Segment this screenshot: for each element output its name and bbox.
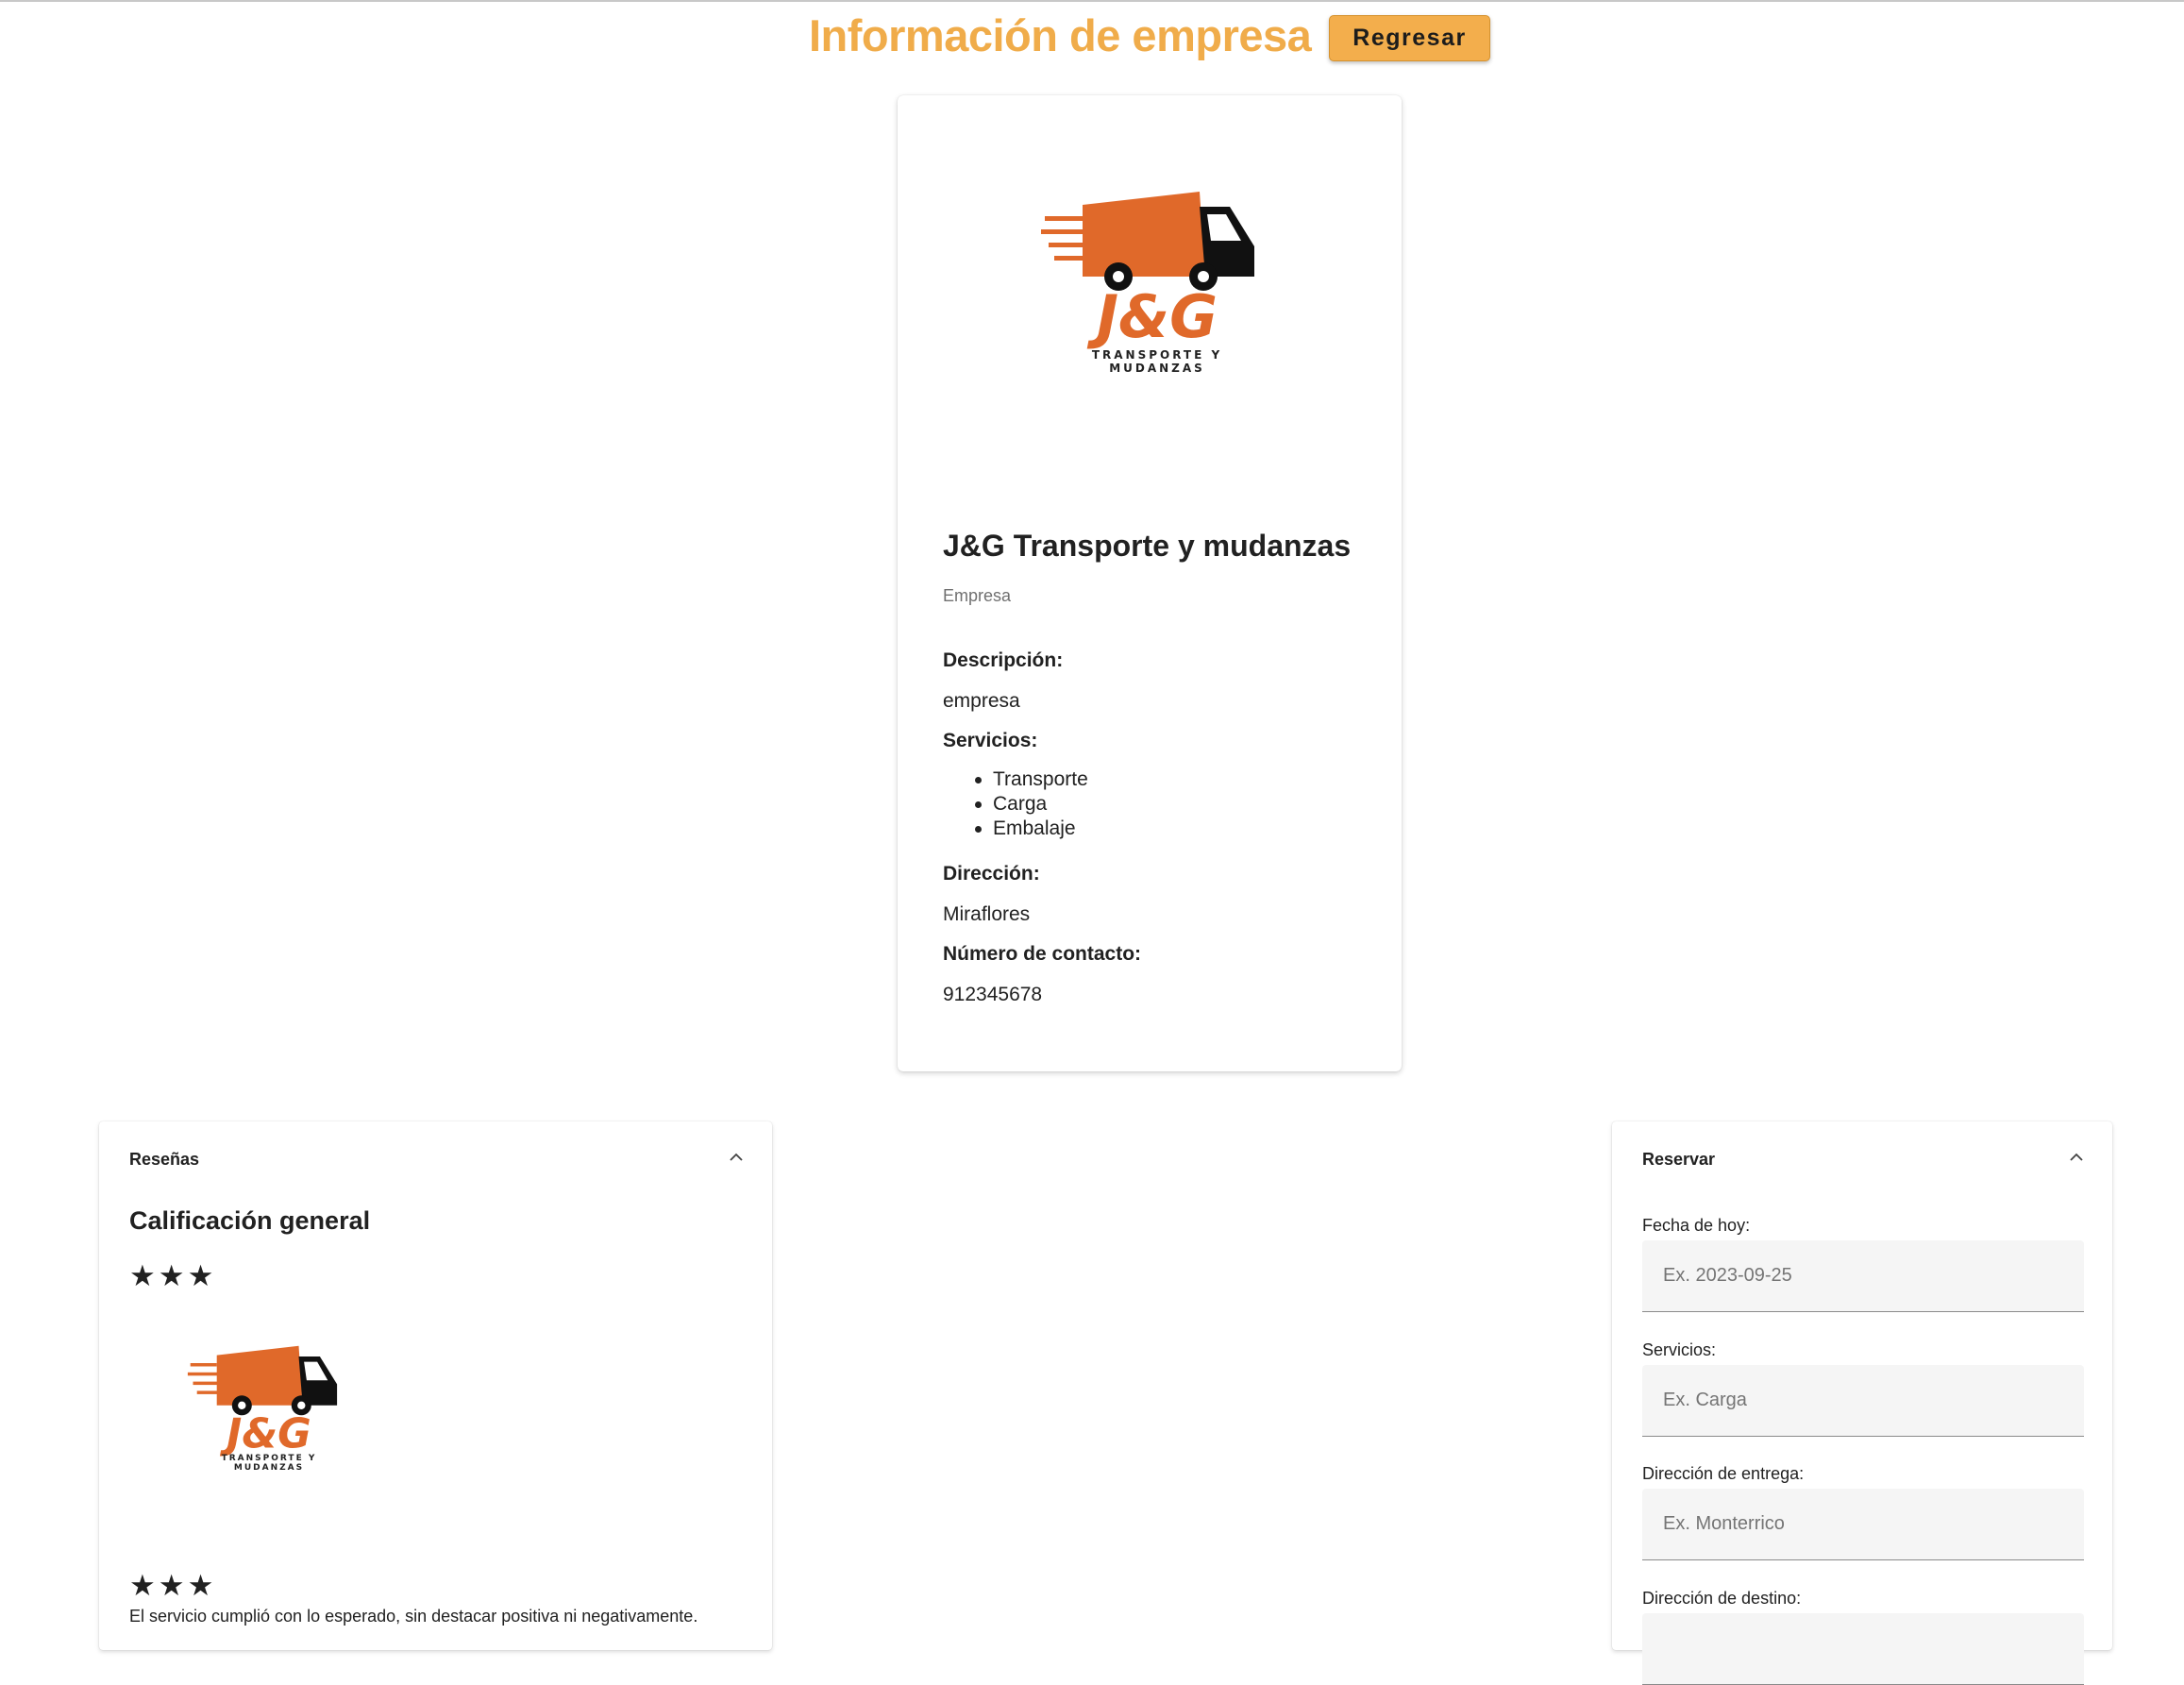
services-field-label: Servicios: [1642,1340,1717,1359]
date-field[interactable] [1642,1240,2084,1312]
review-rating-stars: ★ ★ ★ [129,1571,213,1600]
truck-logo-icon: J&G [187,1345,338,1458]
review-text: El servicio cumplió con lo esperado, sin… [129,1607,698,1626]
overall-rating-title: Calificación general [129,1206,371,1235]
top-divider [0,0,2184,2]
company-details: Descripción: empresa Servicios: Transpor… [943,647,1358,1009]
booking-panel-header[interactable]: Reservar [1642,1150,1715,1170]
date-field-label: Fecha de hoy: [1642,1216,1751,1235]
overall-rating-stars: ★ ★ ★ [129,1261,213,1290]
list-item: Embalaje [975,817,1358,841]
company-card: J&G TRANSPORTE Y MUDANZAS J&G Transporte… [898,95,1402,1071]
logo-tagline: TRANSPORTE Y MUDANZAS [1091,348,1223,375]
company-logo: J&G TRANSPORTE Y MUDANZAS [1041,178,1273,462]
star-icon: ★ [158,1569,185,1602]
services-list: Transporte Carga Embalaje [975,767,1358,841]
page-header: Información de empresa Regresar [0,8,2184,74]
star-icon: ★ [158,1259,185,1292]
description-label: Descripción: [943,649,1064,671]
star-icon: ★ [129,1569,156,1602]
star-icon: ★ [187,1569,214,1602]
reviews-panel: Reseñas Calificación general ★ ★ ★ J&G T… [99,1121,772,1650]
star-icon: ★ [187,1259,214,1292]
page-title: Información de empresa [809,10,1312,60]
chevron-up-icon[interactable] [2067,1148,2086,1167]
company-name: J&G Transporte y mudanzas [943,529,1352,563]
address-label: Dirección: [943,863,1040,885]
chevron-up-icon[interactable] [727,1148,746,1167]
destination-address-label: Dirección de destino: [1642,1589,1802,1608]
truck-logo-icon: J&G [1041,192,1254,351]
delivery-address-label: Dirección de entrega: [1642,1464,1805,1483]
booking-panel: Reservar Fecha de hoy: Servicios: Direcc… [1612,1121,2112,1685]
reviews-panel-header[interactable]: Reseñas [129,1150,199,1170]
delivery-address-field[interactable] [1642,1489,2084,1560]
services-label: Servicios: [943,730,1038,751]
destination-address-field[interactable] [1642,1613,2084,1685]
star-icon: ★ [129,1259,156,1292]
back-button[interactable]: Regresar [1329,15,1490,61]
review-author-avatar: J&G TRANSPORTE Y MUDANZAS [184,1337,354,1473]
contact-value: 912345678 [943,984,1043,1005]
logo-tagline: TRANSPORTE Y MUDANZAS [221,1454,317,1473]
svg-text:J&G: J&G [219,1411,311,1458]
company-type: Empresa [943,586,1012,605]
services-field[interactable] [1642,1365,2084,1437]
svg-text:J&G: J&G [1086,282,1218,351]
description-value: empresa [943,690,1020,712]
address-value: Miraflores [943,903,1031,925]
contact-label: Número de contacto: [943,943,1142,965]
list-item: Carga [975,792,1358,817]
list-item: Transporte [975,767,1358,792]
